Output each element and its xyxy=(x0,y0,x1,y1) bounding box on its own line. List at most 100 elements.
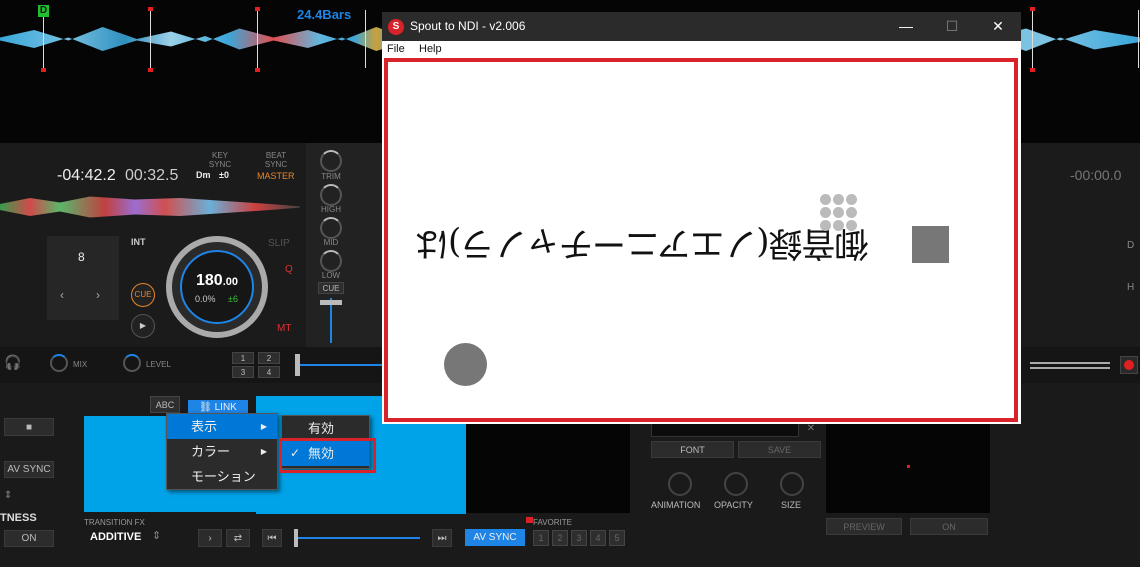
pad-2[interactable]: 2 xyxy=(258,352,280,364)
font-button[interactable]: FONT xyxy=(651,441,734,458)
level-knob[interactable] xyxy=(123,354,141,372)
stop-button[interactable]: ■ xyxy=(4,418,54,436)
next-fx-button[interactable]: › xyxy=(198,529,222,547)
crossfader-handle[interactable] xyxy=(295,354,300,376)
volume-fader-handle[interactable] xyxy=(320,300,342,305)
close-button[interactable]: ✕ xyxy=(975,12,1021,41)
grid-dot xyxy=(833,207,844,218)
master-button[interactable]: MASTER xyxy=(257,171,295,181)
mixer-cue-button[interactable]: CUE xyxy=(318,282,344,294)
cue-button[interactable]: CUE xyxy=(131,283,155,307)
master-tempo-button[interactable]: MT xyxy=(277,323,291,334)
beat-marker xyxy=(255,7,260,11)
av-sync-center-button[interactable]: AV SYNC xyxy=(465,529,525,546)
text-input-box[interactable] xyxy=(651,423,799,437)
key-value[interactable]: Dm ±0 xyxy=(196,170,229,180)
mix-knob[interactable] xyxy=(50,354,68,372)
loop-size[interactable]: 8 xyxy=(78,250,85,264)
menu-item-color[interactable]: カラー ▶ xyxy=(167,439,277,464)
jog-display: 180.00 0.0% ±6 xyxy=(180,250,254,324)
tness-arrows-icon[interactable]: ⇕ xyxy=(4,490,12,501)
spout-ndi-window: S Spout to NDI - v2.006 — ☐ ✕ File Help … xyxy=(382,12,1021,424)
level-label: LEVEL xyxy=(146,360,171,369)
slip-button[interactable]: SLIP xyxy=(268,238,290,249)
loop-prev-icon[interactable]: ‹ xyxy=(60,288,64,302)
pad-1[interactable]: 1 xyxy=(232,352,254,364)
grid-dot xyxy=(820,194,831,205)
app-logo-icon: S xyxy=(388,19,404,35)
jog-wheel[interactable]: 180.00 0.0% ±6 xyxy=(166,236,268,338)
favorite-slot-2[interactable]: 2 xyxy=(552,530,568,546)
grid-dot xyxy=(833,220,844,231)
favorite-slot-5[interactable]: 5 xyxy=(609,530,625,546)
minimize-button[interactable]: — xyxy=(883,12,929,41)
favorite-slot-4[interactable]: 4 xyxy=(590,530,606,546)
opacity-knob[interactable] xyxy=(724,472,748,496)
window-titlebar[interactable]: S Spout to NDI - v2.006 — ☐ ✕ xyxy=(382,12,1021,41)
headphone-icon[interactable]: 🎧 xyxy=(4,354,21,371)
menu-help[interactable]: Help xyxy=(419,43,442,55)
mirrored-caption-text: 御音録(ノエアニーチャノラ)は xyxy=(416,223,869,263)
on-right-button[interactable]: ON xyxy=(910,518,988,535)
window-title: Spout to NDI - v2.006 xyxy=(410,19,526,33)
high-label: HIGH xyxy=(321,205,341,214)
menu-item-display[interactable]: 表示 ▶ xyxy=(167,414,277,439)
menu-item-motion[interactable]: モーション xyxy=(167,464,277,489)
right-d-label: D xyxy=(1127,240,1135,251)
deck-preview-right xyxy=(826,423,990,513)
record-icon xyxy=(1124,360,1134,370)
mid-knob[interactable] xyxy=(320,217,342,239)
key-offset: ±0 xyxy=(219,170,229,180)
next-track-icon[interactable]: ⏭ xyxy=(432,529,452,547)
grid-dot xyxy=(820,207,831,218)
pad-3[interactable]: 3 xyxy=(232,366,254,378)
transition-arrows-icon[interactable]: ⇕ xyxy=(152,529,161,542)
text-clear-icon[interactable]: ✕ xyxy=(803,423,819,437)
pad-4[interactable]: 4 xyxy=(258,366,280,378)
play-button[interactable]: ▶ xyxy=(131,314,155,338)
record-button[interactable] xyxy=(1120,356,1138,374)
bpm-display: 180.00 xyxy=(196,272,238,290)
fx-fader-handle[interactable] xyxy=(294,529,298,547)
beat-line xyxy=(150,10,151,68)
trim-knob[interactable] xyxy=(320,150,342,172)
preview-button[interactable]: PREVIEW xyxy=(826,518,902,535)
menu-file[interactable]: File xyxy=(387,43,405,55)
animation-label: ANIMATION xyxy=(651,500,701,510)
favorite-flag-icon xyxy=(526,517,533,523)
key-sync-label: KEY SYNC xyxy=(208,151,232,169)
on-left-button[interactable]: ON xyxy=(4,530,54,547)
grid-dot xyxy=(833,194,844,205)
size-knob[interactable] xyxy=(780,472,804,496)
opacity-label: OPACITY xyxy=(714,500,753,510)
cue-marker-d[interactable]: D xyxy=(38,5,49,17)
ndi-output-canvas: 御音録(ノエアニーチャノラ)は xyxy=(384,58,1018,422)
animation-knob[interactable] xyxy=(668,472,692,496)
av-sync-left-button[interactable]: AV SYNC xyxy=(4,461,54,478)
favorite-slot-1[interactable]: 1 xyxy=(533,530,549,546)
maximize-button[interactable]: ☐ xyxy=(929,12,975,41)
beat-marker xyxy=(41,68,46,72)
quantize-button[interactable]: Q xyxy=(285,264,293,275)
submenu-item-enabled-label: 有効 xyxy=(308,421,335,436)
fx-fader-track xyxy=(294,537,420,539)
grid-dot xyxy=(820,220,831,231)
menu-item-display-label: 表示 xyxy=(191,419,218,434)
preview-dot xyxy=(907,465,910,468)
transition-fx-value[interactable]: ADDITIVE xyxy=(90,531,141,543)
time-remaining: -04:42.2 xyxy=(57,167,116,184)
submenu-arrow-icon: ▶ xyxy=(260,447,267,456)
save-button[interactable]: SAVE xyxy=(738,441,821,458)
prev-track-icon[interactable]: ⏮ xyxy=(262,529,282,547)
beat-marker xyxy=(148,7,153,11)
bpm-value: 180 xyxy=(196,272,223,289)
int-label[interactable]: INT xyxy=(131,237,146,247)
favorite-slot-3[interactable]: 3 xyxy=(571,530,587,546)
low-knob[interactable] xyxy=(320,250,342,272)
high-knob[interactable] xyxy=(320,184,342,206)
loop-next-icon[interactable]: › xyxy=(96,288,100,302)
menu-item-color-label: カラー xyxy=(191,444,231,459)
abc-button[interactable]: ABC xyxy=(150,396,180,413)
bars-readout: 24.4Bars xyxy=(297,7,352,22)
shuffle-icon[interactable]: ⇄ xyxy=(226,529,250,547)
